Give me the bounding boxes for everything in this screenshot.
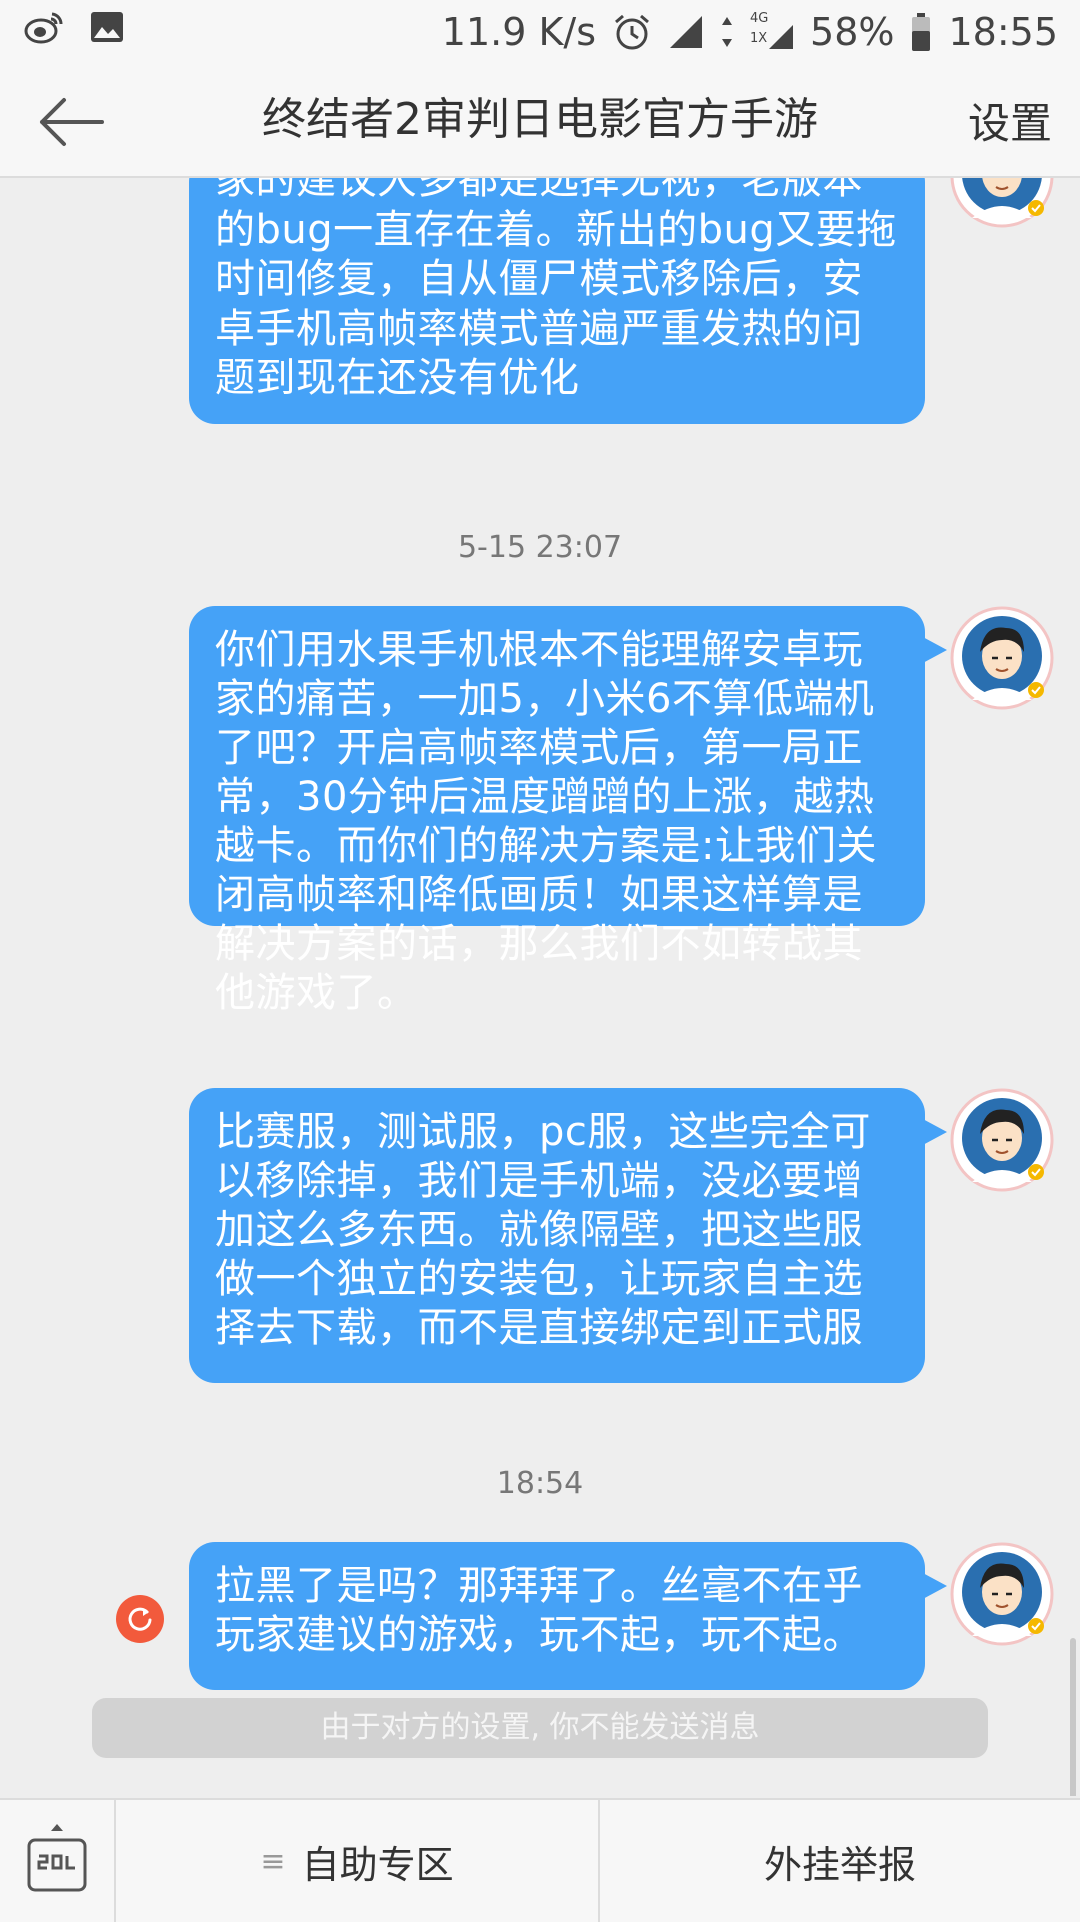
report-cheat-label: 外挂举报 xyxy=(763,1842,916,1887)
settings-button[interactable]: 设置 xyxy=(968,94,1052,154)
avatar[interactable] xyxy=(950,1088,1054,1192)
self-service-tab[interactable]: ≡ 自助专区 xyxy=(116,1800,600,1922)
avatar[interactable] xyxy=(950,606,1054,710)
status-bar: 11.9 K/s 4G 1X 58% 18:55 xyxy=(0,0,1080,64)
chat-header: 终结者2审判日电影官方手游 设置 xyxy=(0,64,1080,178)
image-icon xyxy=(90,11,124,43)
battery-percent: 58% xyxy=(810,10,895,54)
report-cheat-tab[interactable]: 外挂举报 xyxy=(600,1800,1080,1922)
message-list[interactable]: 家的建议大多都是选择无视，老版本的bug一直存在着。新出的bug又要拖时间修复，… xyxy=(0,178,1080,1796)
keyboard-button[interactable] xyxy=(0,1800,116,1922)
alarm-icon xyxy=(612,12,652,52)
message-bubble[interactable]: 家的建议大多都是选择无视，老版本的bug一直存在着。新出的bug又要拖时间修复，… xyxy=(189,178,925,424)
network-type-icon: 4G 1X xyxy=(750,12,794,52)
keyboard-icon xyxy=(27,1824,87,1892)
message-bubble[interactable]: 拉黑了是吗？那拜拜了。丝毫不在乎玩家建议的游戏，玩不起，玩不起。 xyxy=(189,1542,947,1690)
network-speed: 11.9 K/s xyxy=(441,10,597,54)
data-arrows-icon xyxy=(720,15,734,49)
signal-icon xyxy=(668,14,704,50)
timestamp: 18:54 xyxy=(496,1466,584,1501)
message-text: 拉黑了是吗？那拜拜了。丝毫不在乎玩家建议的游戏，玩不起，玩不起。 xyxy=(215,1563,863,1658)
message-bubble[interactable]: 比赛服，测试服，pc服，这些完全可以移除掉，我们是手机端，没必要增加这么多东西。… xyxy=(189,1088,947,1383)
avatar[interactable] xyxy=(950,1542,1054,1646)
system-notice: 由于对方的设置, 你不能发送消息 xyxy=(92,1698,988,1758)
avatar[interactable] xyxy=(950,178,1054,228)
network-type-bottom: 1X xyxy=(750,31,768,46)
message-text: 你们用水果手机根本不能理解安卓玩家的痛苦，一加5，小米6不算低端机了吧？开启高帧… xyxy=(215,627,877,1016)
weibo-icon xyxy=(24,10,64,44)
message-text: 比赛服，测试服，pc服，这些完全可以移除掉，我们是手机端，没必要增加这么多东西。… xyxy=(215,1109,871,1351)
self-service-label: 自助专区 xyxy=(301,1842,454,1887)
message-text: 家的建议大多都是选择无视，老版本的bug一直存在着。新出的bug又要拖时间修复，… xyxy=(215,178,897,401)
timestamp: 5-15 23:07 xyxy=(457,530,623,565)
clock: 18:55 xyxy=(948,10,1058,54)
resend-icon[interactable] xyxy=(116,1595,164,1643)
menu-icon: ≡ xyxy=(260,1843,286,1879)
message-bubble[interactable]: 你们用水果手机根本不能理解安卓玩家的痛苦，一加5，小米6不算低端机了吧？开启高帧… xyxy=(189,606,947,1016)
network-type-top: 4G xyxy=(750,11,769,26)
battery-icon xyxy=(910,12,932,52)
scrollbar[interactable] xyxy=(1070,1638,1076,1796)
bottom-bar: ≡ 自助专区 外挂举报 xyxy=(0,1798,1080,1922)
page-title: 终结者2审判日电影官方手游 xyxy=(262,94,818,145)
